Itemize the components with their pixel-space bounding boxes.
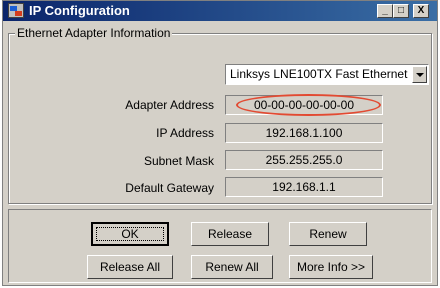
adapter-address-label: Adapter Address: [125, 98, 214, 112]
window-title: IP Configuration: [29, 3, 130, 18]
more-info-button[interactable]: More Info >>: [289, 255, 373, 279]
renew-button[interactable]: Renew: [289, 222, 367, 246]
ip-address-label: IP Address: [156, 126, 214, 140]
ok-button[interactable]: OK: [91, 222, 169, 246]
adapter-select-value: Linksys LNE100TX Fast Ethernet: [230, 67, 408, 81]
renew-all-button[interactable]: Renew All: [191, 255, 273, 279]
maximize-button[interactable]: □: [393, 4, 409, 18]
network-config-icon: [8, 3, 24, 18]
adapter-address-value: 00-00-00-00-00-00: [225, 95, 383, 115]
default-gateway-label: Default Gateway: [125, 181, 214, 195]
subnet-mask-label: Subnet Mask: [143, 154, 214, 168]
ip-configuration-window: IP Configuration _ □ X Ethernet Adapter …: [2, 0, 438, 286]
chevron-down-icon[interactable]: [412, 66, 427, 83]
minimize-button[interactable]: _: [377, 4, 393, 18]
adapter-select[interactable]: Linksys LNE100TX Fast Ethernet: [225, 64, 429, 85]
release-all-button[interactable]: Release All: [87, 255, 173, 279]
focus-ring: [96, 227, 164, 241]
close-button[interactable]: X: [413, 4, 429, 18]
subnet-mask-value: 255.255.255.0: [225, 150, 383, 170]
title-bar[interactable]: IP Configuration _ □ X: [3, 1, 437, 21]
release-button[interactable]: Release: [191, 222, 269, 246]
group-label: Ethernet Adapter Information: [15, 25, 173, 41]
ip-address-value: 192.168.1.100: [225, 123, 383, 143]
default-gateway-value: 192.168.1.1: [225, 177, 383, 197]
